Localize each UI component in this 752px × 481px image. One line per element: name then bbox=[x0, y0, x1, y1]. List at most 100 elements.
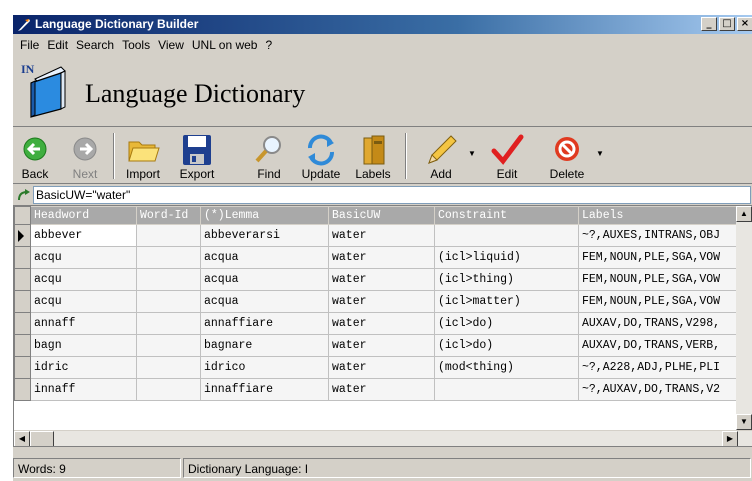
row-selector[interactable] bbox=[14, 378, 31, 401]
next-button[interactable]: Next bbox=[65, 127, 105, 185]
row-selector[interactable] bbox=[14, 290, 31, 313]
import-button[interactable]: Import bbox=[119, 127, 167, 185]
table-row[interactable]: acqu acqua water (icl>liquid) FEM,NOUN,P… bbox=[14, 246, 739, 269]
column-header-constraint[interactable]: Constraint bbox=[434, 206, 579, 225]
cell-headword[interactable]: acqu bbox=[30, 246, 137, 269]
menu-file[interactable]: File bbox=[16, 38, 43, 52]
cell-headword[interactable]: acqu bbox=[30, 290, 137, 313]
menu-edit[interactable]: Edit bbox=[43, 38, 72, 52]
row-selector[interactable] bbox=[14, 312, 31, 335]
update-button[interactable]: Update bbox=[295, 127, 347, 185]
cell-labels[interactable]: AUXAV,DO,TRANS,V298, bbox=[578, 312, 739, 335]
cell-basicuw[interactable]: water bbox=[328, 268, 435, 291]
table-row[interactable]: innaff innaffiare water ~?,AUXAV,DO,TRAN… bbox=[14, 378, 739, 401]
add-button[interactable]: Add bbox=[417, 127, 465, 185]
cell-lemma[interactable]: acqua bbox=[200, 290, 329, 313]
cell-lemma[interactable]: innaffiare bbox=[200, 378, 329, 401]
cell-constraint[interactable] bbox=[434, 378, 579, 401]
cell-labels[interactable]: ~?,AUXES,INTRANS,OBJ bbox=[578, 224, 739, 247]
maximize-button[interactable]: □ bbox=[719, 17, 735, 31]
horizontal-scrollbar[interactable]: ◀ ▶ bbox=[14, 430, 752, 446]
cell-labels[interactable]: ~?,A228,ADJ,PLHE,PLI bbox=[578, 356, 739, 379]
run-query-icon[interactable] bbox=[16, 187, 32, 203]
back-button[interactable]: Back bbox=[15, 127, 55, 185]
minimize-button[interactable]: _ bbox=[701, 17, 717, 31]
cell-headword[interactable]: bagn bbox=[30, 334, 137, 357]
cell-constraint[interactable]: (icl>matter) bbox=[434, 290, 579, 313]
cell-basicuw[interactable]: water bbox=[328, 290, 435, 313]
cell-lemma[interactable]: abbeverarsi bbox=[200, 224, 329, 247]
column-header-labels[interactable]: Labels bbox=[578, 206, 739, 225]
filter-input[interactable] bbox=[33, 186, 751, 204]
cell-lemma[interactable]: acqua bbox=[200, 246, 329, 269]
cell-basicuw[interactable]: water bbox=[328, 312, 435, 335]
cell-word-id[interactable] bbox=[136, 356, 201, 379]
cell-word-id[interactable] bbox=[136, 268, 201, 291]
cell-headword[interactable]: abbever bbox=[30, 224, 137, 247]
cell-constraint[interactable]: (icl>do) bbox=[434, 334, 579, 357]
cell-headword[interactable]: acqu bbox=[30, 268, 137, 291]
close-button[interactable]: × bbox=[737, 17, 752, 31]
cell-headword[interactable]: annaff bbox=[30, 312, 137, 335]
cell-constraint[interactable]: (icl>thing) bbox=[434, 268, 579, 291]
row-selector[interactable] bbox=[14, 268, 31, 291]
cell-labels[interactable]: FEM,NOUN,PLE,SGA,VOW bbox=[578, 290, 739, 313]
cell-constraint[interactable]: (icl>do) bbox=[434, 312, 579, 335]
column-header-headword[interactable]: Headword bbox=[30, 206, 137, 225]
cell-word-id[interactable] bbox=[136, 334, 201, 357]
add-dropdown-icon[interactable]: ▼ bbox=[468, 149, 476, 158]
cell-word-id[interactable] bbox=[136, 312, 201, 335]
column-header-word-id[interactable]: Word-Id bbox=[136, 206, 201, 225]
cell-word-id[interactable] bbox=[136, 378, 201, 401]
menu-help[interactable]: ? bbox=[261, 38, 276, 52]
table-row[interactable]: acqu acqua water (icl>matter) FEM,NOUN,P… bbox=[14, 290, 739, 313]
labels-button[interactable]: Labels bbox=[349, 127, 397, 185]
cell-basicuw[interactable]: water bbox=[328, 334, 435, 357]
cell-lemma[interactable]: acqua bbox=[200, 268, 329, 291]
cell-basicuw[interactable]: water bbox=[328, 224, 435, 247]
title-bar[interactable]: Language Dictionary Builder _ □ × bbox=[13, 15, 752, 34]
menu-tools[interactable]: Tools bbox=[118, 38, 154, 52]
cell-constraint[interactable]: (icl>liquid) bbox=[434, 246, 579, 269]
cell-labels[interactable]: FEM,NOUN,PLE,SGA,VOW bbox=[578, 246, 739, 269]
cell-headword[interactable]: innaff bbox=[30, 378, 137, 401]
table-row[interactable]: bagn bagnare water (icl>do) AUXAV,DO,TRA… bbox=[14, 334, 739, 357]
scroll-right-icon[interactable]: ▶ bbox=[722, 431, 738, 446]
scroll-up-icon[interactable]: ▲ bbox=[736, 206, 752, 222]
menu-search[interactable]: Search bbox=[72, 38, 118, 52]
table-row[interactable]: acqu acqua water (icl>thing) FEM,NOUN,PL… bbox=[14, 268, 739, 291]
cell-basicuw[interactable]: water bbox=[328, 378, 435, 401]
cell-word-id[interactable] bbox=[136, 246, 201, 269]
cell-constraint[interactable] bbox=[434, 224, 579, 247]
delete-dropdown-icon[interactable]: ▼ bbox=[596, 149, 604, 158]
cell-lemma[interactable]: bagnare bbox=[200, 334, 329, 357]
cell-basicuw[interactable]: water bbox=[328, 246, 435, 269]
find-button[interactable]: Find bbox=[245, 127, 293, 185]
cell-word-id[interactable] bbox=[136, 224, 201, 247]
cell-word-id[interactable] bbox=[136, 290, 201, 313]
vertical-scrollbar[interactable]: ▲ ▼ bbox=[736, 206, 752, 430]
cell-labels[interactable]: AUXAV,DO,TRANS,VERB, bbox=[578, 334, 739, 357]
export-button[interactable]: Export bbox=[173, 127, 221, 185]
menu-unl-on-web[interactable]: UNL on web bbox=[188, 38, 262, 52]
column-header-lemma[interactable]: (*)Lemma bbox=[200, 206, 329, 225]
cell-basicuw[interactable]: water bbox=[328, 356, 435, 379]
table-row[interactable]: annaff annaffiare water (icl>do) AUXAV,D… bbox=[14, 312, 739, 335]
row-selector[interactable] bbox=[14, 334, 31, 357]
horizontal-scroll-thumb[interactable] bbox=[30, 431, 54, 446]
column-header-basicuw[interactable]: BasicUW bbox=[328, 206, 435, 225]
cell-lemma[interactable]: annaffiare bbox=[200, 312, 329, 335]
delete-button[interactable]: Delete bbox=[541, 127, 593, 185]
row-selector[interactable] bbox=[14, 356, 31, 379]
table-row[interactable]: idric idrico water (mod<thing) ~?,A228,A… bbox=[14, 356, 739, 379]
cell-labels[interactable]: ~?,AUXAV,DO,TRANS,V2 bbox=[578, 378, 739, 401]
menu-view[interactable]: View bbox=[154, 38, 188, 52]
row-selector[interactable] bbox=[14, 224, 31, 247]
scroll-left-icon[interactable]: ◀ bbox=[14, 431, 30, 446]
cell-constraint[interactable]: (mod<thing) bbox=[434, 356, 579, 379]
cell-lemma[interactable]: idrico bbox=[200, 356, 329, 379]
scroll-down-icon[interactable]: ▼ bbox=[736, 414, 752, 430]
edit-button[interactable]: Edit bbox=[483, 127, 531, 185]
row-selector[interactable] bbox=[14, 246, 31, 269]
table-row[interactable]: abbever abbeverarsi water ~?,AUXES,INTRA… bbox=[14, 224, 739, 247]
